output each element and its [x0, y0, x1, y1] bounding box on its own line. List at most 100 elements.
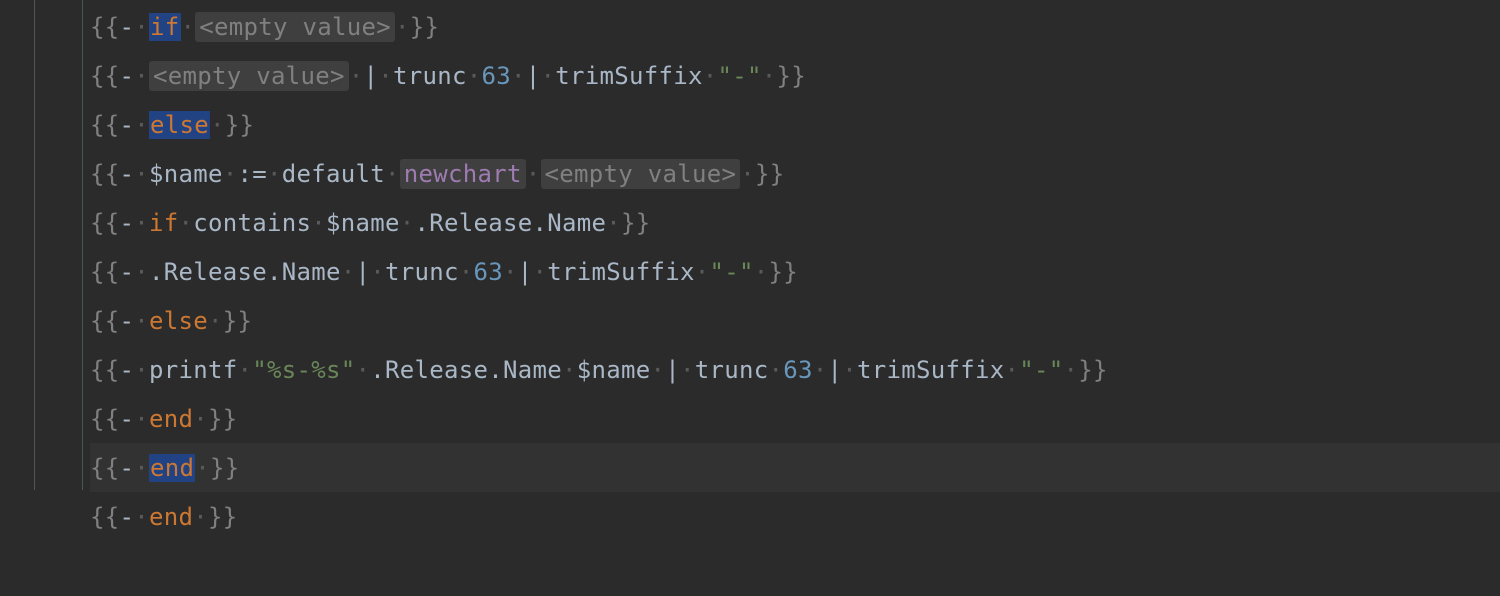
code-token: {{	[90, 209, 120, 237]
code-token: |	[526, 62, 541, 90]
code-token: ·	[562, 356, 577, 384]
code-token: 63	[783, 356, 813, 384]
code-line[interactable]: {{-·else·}}	[90, 100, 1500, 149]
code-token: ·	[1005, 356, 1020, 384]
code-line[interactable]: {{-·printf·"%s-%s"·.Release.Name·$name·|…	[90, 345, 1500, 394]
code-token: ·	[210, 111, 225, 139]
code-line[interactable]	[90, 541, 1500, 590]
code-token: else	[149, 307, 208, 335]
code-line[interactable]: {{-·end·}}	[90, 394, 1500, 443]
code-token: |	[665, 356, 680, 384]
fold-guide-inner	[82, 0, 83, 490]
code-token: ·	[134, 258, 149, 286]
code-token: end	[149, 454, 195, 482]
code-token: -	[120, 307, 135, 335]
code-line[interactable]: {{-·if·contains·$name·.Release.Name·}}	[90, 198, 1500, 247]
code-token: ·	[134, 209, 149, 237]
code-token: }}	[621, 209, 651, 237]
code-line[interactable]: {{-·else·}}	[90, 296, 1500, 345]
code-token: ·	[134, 160, 149, 188]
code-token: default	[282, 160, 385, 188]
code-token: {{	[90, 405, 120, 433]
code-token: |	[364, 62, 379, 90]
code-token: -	[120, 62, 135, 90]
code-token: ·	[385, 160, 400, 188]
code-token: -	[120, 209, 135, 237]
code-token: -	[120, 405, 135, 433]
code-token: -	[120, 258, 135, 286]
code-token: if	[149, 13, 181, 41]
code-token: trimSuffix	[547, 258, 695, 286]
code-token: |	[518, 258, 533, 286]
code-token: ·	[181, 13, 196, 41]
code-editor[interactable]: {{-·if·<empty value>·}}{{-·<empty value>…	[0, 0, 1500, 596]
code-token: {{	[90, 307, 120, 335]
code-token: ·	[606, 209, 621, 237]
code-token: if	[149, 209, 179, 237]
code-line[interactable]: {{-·$name·:=·default·newchart·<empty val…	[90, 149, 1500, 198]
code-line[interactable]: {{-·end·}}	[90, 443, 1500, 492]
fold-guide-outer	[34, 0, 35, 490]
code-token: .Release.Name	[415, 209, 607, 237]
code-token: ·	[740, 160, 755, 188]
code-token: ·	[541, 62, 556, 90]
code-token: ·	[1064, 356, 1079, 384]
code-token: trunc	[385, 258, 459, 286]
code-line[interactable]: {{-·.Release.Name·|·trunc·63·|·trimSuffi…	[90, 247, 1500, 296]
code-token: .Release.Name	[370, 356, 562, 384]
code-token: ·	[467, 62, 482, 90]
code-token: ·	[179, 209, 194, 237]
gutter	[0, 0, 72, 596]
code-token: ·	[533, 258, 548, 286]
code-token: ·	[400, 209, 415, 237]
fold-bar	[0, 0, 14, 596]
code-token: }}	[225, 111, 255, 139]
code-token: $name	[149, 160, 223, 188]
code-token: trimSuffix	[555, 62, 703, 90]
code-token: <empty value>	[195, 12, 395, 42]
code-token: {{	[90, 111, 120, 139]
code-token: ·	[378, 62, 393, 90]
code-token: end	[149, 503, 193, 531]
code-token: }}	[777, 62, 807, 90]
code-token: {{	[90, 258, 120, 286]
code-token: {{	[90, 62, 120, 90]
code-token: ·	[356, 356, 371, 384]
code-token: ·	[754, 258, 769, 286]
code-line[interactable]: {{-·if·<empty value>·}}	[90, 2, 1500, 51]
code-token: ·	[813, 356, 828, 384]
code-token: else	[149, 111, 210, 139]
code-token: |	[828, 356, 843, 384]
code-token: ·	[195, 454, 210, 482]
gutter-fold-right	[44, 0, 72, 596]
code-token: ·	[459, 258, 474, 286]
code-token: ·	[842, 356, 857, 384]
code-token: ·	[341, 258, 356, 286]
code-token: ·	[526, 160, 541, 188]
code-token: end	[149, 405, 193, 433]
code-token: -	[120, 160, 135, 188]
code-token: ·	[680, 356, 695, 384]
code-token: -	[120, 503, 135, 531]
code-token: trunc	[393, 62, 467, 90]
code-token: ·	[134, 62, 149, 90]
code-token: trunc	[695, 356, 769, 384]
code-token: ·	[134, 503, 149, 531]
code-token: }}	[223, 307, 253, 335]
code-token: $name	[577, 356, 651, 384]
code-token: ·	[349, 62, 364, 90]
code-token: {{	[90, 356, 120, 384]
code-area[interactable]: {{-·if·<empty value>·}}{{-·<empty value>…	[72, 0, 1500, 596]
code-token: {{	[90, 454, 120, 482]
code-token: "-"	[1019, 356, 1063, 384]
code-line[interactable]: {{-·<empty value>·|·trunc·63·|·trimSuffi…	[90, 51, 1500, 100]
code-token: }}	[208, 405, 238, 433]
code-token: ·	[193, 503, 208, 531]
code-token: -	[120, 454, 135, 482]
code-token: ·	[311, 209, 326, 237]
code-token: ·	[370, 258, 385, 286]
code-token: ·	[238, 356, 253, 384]
code-line[interactable]: {{-·end·}}	[90, 492, 1500, 541]
code-token: contains	[193, 209, 311, 237]
code-token: ·	[511, 62, 526, 90]
